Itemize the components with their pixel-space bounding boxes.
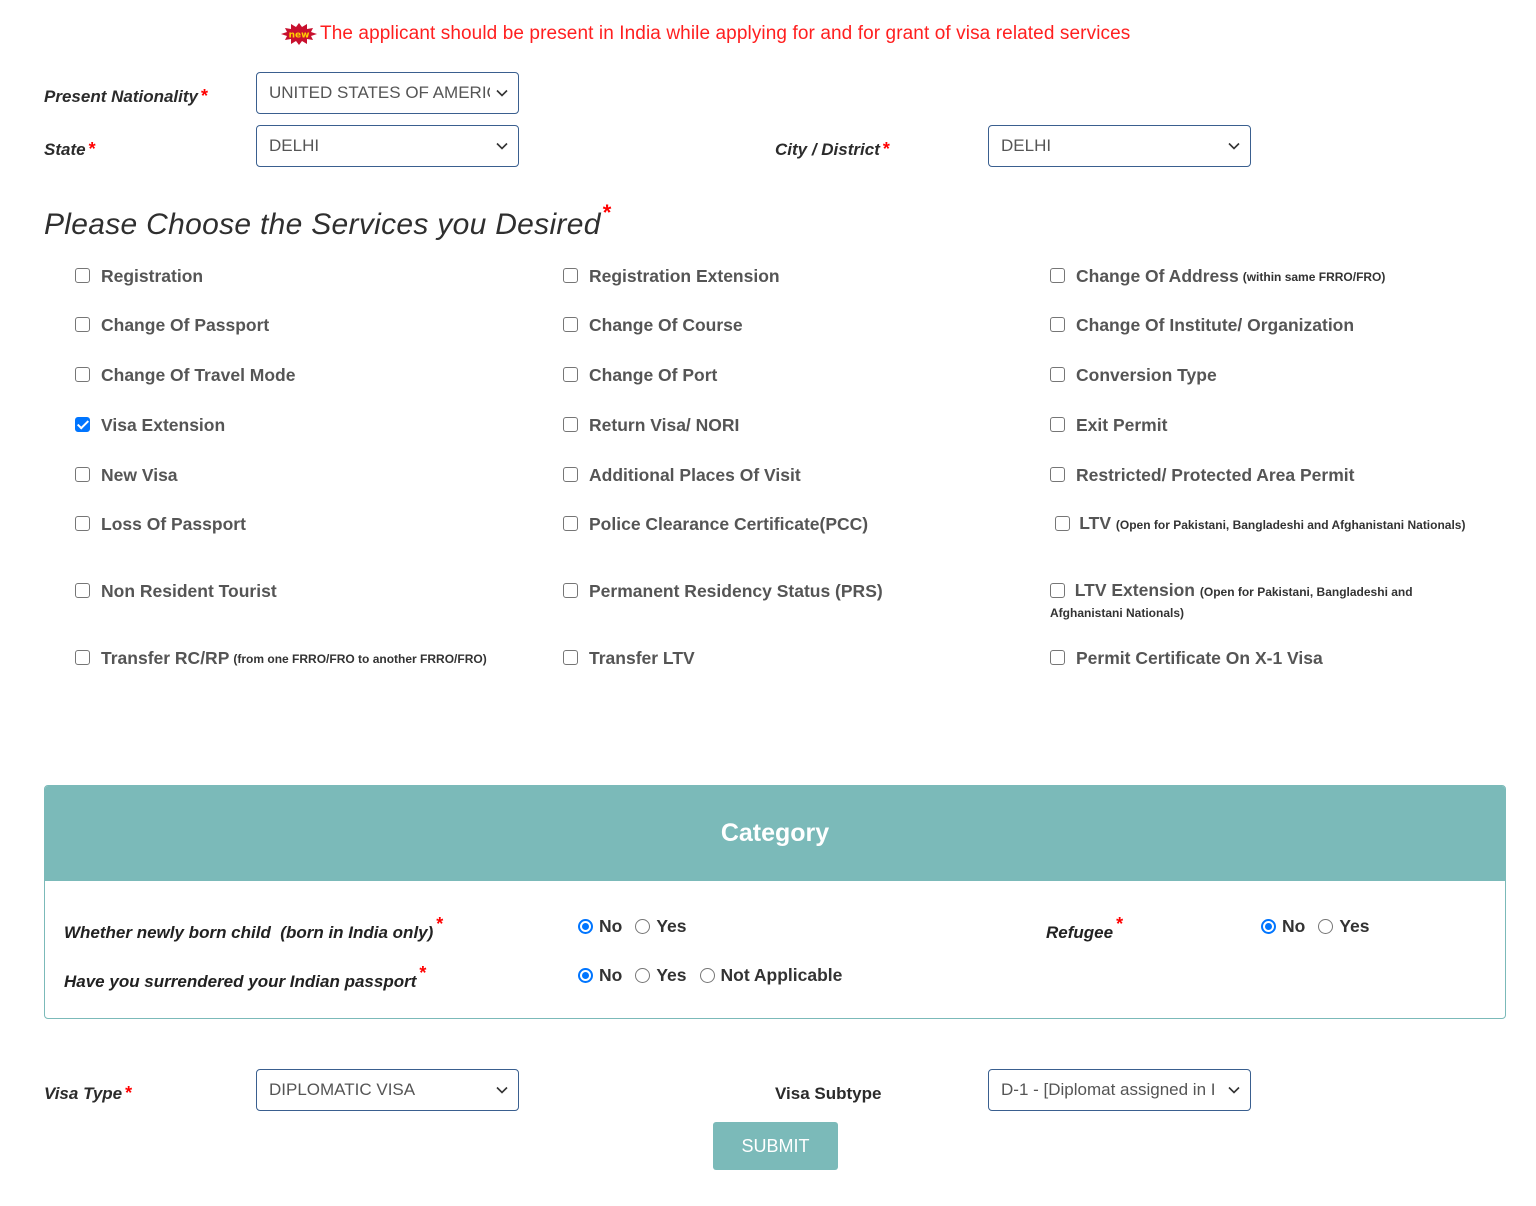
nationality-label: Present Nationality * xyxy=(44,86,209,106)
services-heading: Please Choose the Services you Desired* xyxy=(44,200,612,241)
new-burst-icon: new xyxy=(280,22,318,46)
state-label: State * xyxy=(44,139,96,159)
visa-type-label: Visa Type * xyxy=(44,1083,133,1103)
service-return-visa-nori[interactable]: Return Visa/ NORI xyxy=(563,415,739,436)
surrendered-no-radio[interactable] xyxy=(578,968,593,983)
service-loss-of-passport[interactable]: Loss Of Passport xyxy=(75,514,246,535)
visa-subtype-value: D-1 - [Diplomat assigned in I xyxy=(1001,1080,1216,1099)
newborn-label: Whether newly born child (born in India … xyxy=(64,914,444,942)
visa-type-value: DIPLOMATIC VISA xyxy=(269,1080,416,1099)
submit-button[interactable]: SUBMIT xyxy=(713,1122,838,1170)
chevron-down-icon xyxy=(496,1086,508,1094)
surrendered-label: Have you surrendered your Indian passpor… xyxy=(64,963,427,991)
chevron-down-icon xyxy=(496,89,508,97)
service-exit-permit[interactable]: Exit Permit xyxy=(1050,415,1167,436)
city-value: DELHI xyxy=(1001,136,1052,155)
service-transfer-rc-rp[interactable]: Transfer RC/RP (from one FRRO/FRO to anot… xyxy=(75,648,487,669)
service-checkbox[interactable] xyxy=(563,467,578,482)
notice-banner: new The applicant should be present in I… xyxy=(280,20,1130,48)
service-ltv-extension[interactable]: LTV Extension (Open for Pakistani, Bangl… xyxy=(1050,581,1430,623)
service-checkbox[interactable] xyxy=(1050,317,1065,332)
service-transfer-ltv[interactable]: Transfer LTV xyxy=(563,648,695,669)
service-restricted-area-permit[interactable]: Restricted/ Protected Area Permit xyxy=(1050,465,1354,486)
surrendered-yes-radio[interactable] xyxy=(635,968,651,983)
service-checkbox[interactable] xyxy=(75,467,90,482)
service-change-of-travel-mode[interactable]: Change Of Travel Mode xyxy=(75,365,295,386)
service-change-of-port[interactable]: Change Of Port xyxy=(563,365,717,386)
state-select[interactable]: DELHI xyxy=(256,125,519,167)
service-checkbox[interactable] xyxy=(1050,367,1065,382)
service-checkbox[interactable] xyxy=(1050,268,1065,283)
refugee-no-radio[interactable] xyxy=(1261,919,1276,934)
chevron-down-icon xyxy=(1228,142,1240,150)
service-checkbox[interactable] xyxy=(1050,417,1065,432)
refugee-label: Refugee * xyxy=(1046,914,1124,942)
service-permit-x1-visa[interactable]: Permit Certificate On X-1 Visa xyxy=(1050,648,1323,669)
service-change-of-address[interactable]: Change Of Address (within same FRRO/FRO) xyxy=(1050,266,1385,287)
category-title: Category xyxy=(720,819,830,847)
refugee-radio-group: No Yes xyxy=(1261,916,1383,937)
service-checkbox[interactable] xyxy=(563,516,578,531)
service-checkbox[interactable] xyxy=(75,516,90,531)
service-checkbox[interactable] xyxy=(1050,583,1065,598)
chevron-down-icon xyxy=(496,142,508,150)
visa-subtype-label: Visa Subtype xyxy=(775,1084,882,1103)
service-non-resident-tourist[interactable]: Non Resident Tourist xyxy=(75,581,277,602)
nationality-value: UNITED STATES OF AMERICA xyxy=(269,83,490,102)
service-registration-extension[interactable]: Registration Extension xyxy=(563,266,780,287)
service-new-visa[interactable]: New Visa xyxy=(75,465,178,486)
service-checkbox[interactable] xyxy=(1050,650,1065,665)
service-additional-places[interactable]: Additional Places Of Visit xyxy=(563,465,801,486)
service-pcc[interactable]: Police Clearance Certificate(PCC) xyxy=(563,514,868,535)
service-checkbox[interactable] xyxy=(563,268,578,283)
service-checkbox[interactable] xyxy=(1050,467,1065,482)
nationality-select[interactable]: UNITED STATES OF AMERICA xyxy=(256,72,519,114)
service-checkbox[interactable] xyxy=(75,317,90,332)
service-checkbox[interactable] xyxy=(563,650,578,665)
service-checkbox[interactable] xyxy=(75,367,90,382)
newborn-no-radio[interactable] xyxy=(578,919,593,934)
chevron-down-icon xyxy=(1228,1086,1240,1094)
service-ltv[interactable]: LTV (Open for Pakistani, Bangladeshi and… xyxy=(1050,514,1470,535)
notice-text: The applicant should be present in India… xyxy=(320,23,1131,44)
service-visa-extension[interactable]: Visa Extension xyxy=(75,415,225,436)
service-checkbox[interactable] xyxy=(75,268,90,283)
service-checkbox[interactable] xyxy=(563,583,578,598)
service-checkbox[interactable] xyxy=(563,367,578,382)
visa-type-select[interactable]: DIPLOMATIC VISA xyxy=(256,1069,519,1111)
service-checkbox[interactable] xyxy=(563,317,578,332)
service-checkbox[interactable] xyxy=(75,650,90,665)
service-checkbox-checked[interactable] xyxy=(75,417,90,432)
service-registration[interactable]: Registration xyxy=(75,266,203,287)
visa-subtype-select[interactable]: D-1 - [Diplomat assigned in I xyxy=(988,1069,1251,1111)
category-header: Category xyxy=(45,786,1505,881)
service-checkbox[interactable] xyxy=(75,583,90,598)
city-select[interactable]: DELHI xyxy=(988,125,1251,167)
newborn-yes-radio[interactable] xyxy=(635,919,651,934)
service-checkbox[interactable] xyxy=(1054,516,1070,531)
surrendered-not-applicable-radio[interactable] xyxy=(699,968,715,983)
surrendered-radio-group: No Yes Not Applicable xyxy=(578,965,855,986)
newborn-radio-group: No Yes xyxy=(578,916,700,937)
service-prs[interactable]: Permanent Residency Status (PRS) xyxy=(563,581,883,602)
service-change-of-passport[interactable]: Change Of Passport xyxy=(75,315,269,336)
refugee-yes-radio[interactable] xyxy=(1318,919,1334,934)
service-change-of-course[interactable]: Change Of Course xyxy=(563,315,743,336)
service-conversion-type[interactable]: Conversion Type xyxy=(1050,365,1217,386)
service-checkbox[interactable] xyxy=(563,417,578,432)
city-label: City / District * xyxy=(775,139,890,159)
service-change-of-institute[interactable]: Change Of Institute/ Organization xyxy=(1050,315,1354,336)
svg-text:new: new xyxy=(289,31,310,41)
state-value: DELHI xyxy=(269,136,320,155)
